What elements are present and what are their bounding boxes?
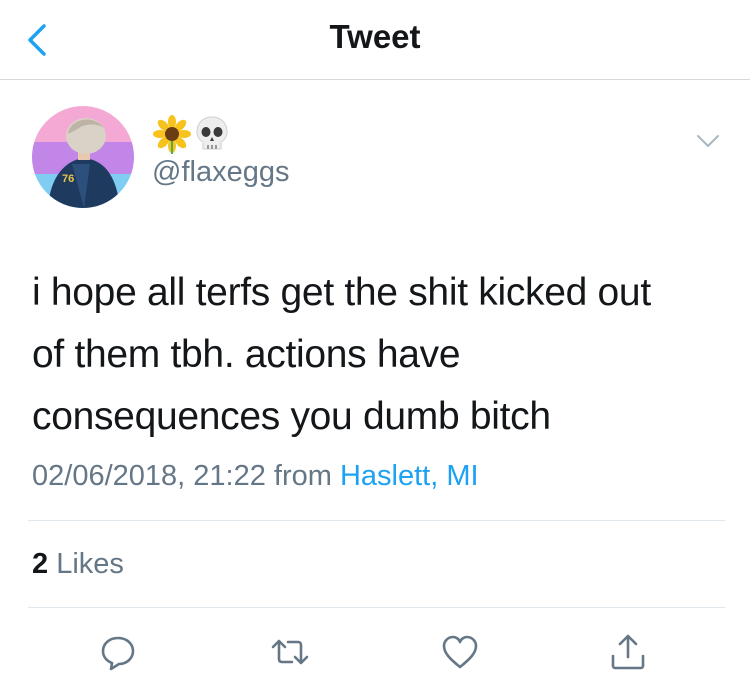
- divider: [28, 607, 725, 608]
- top-nav-bar: Tweet: [0, 0, 750, 80]
- page-title: Tweet: [329, 18, 421, 55]
- chevron-down-icon: [697, 135, 719, 147]
- location-link[interactable]: Haslett, MI: [340, 460, 479, 492]
- tweet-meta: 02/06/2018, 21:22 from Haslett, MI: [32, 460, 479, 493]
- likes-stat[interactable]: 2 Likes: [32, 548, 124, 581]
- likes-count: 2: [32, 548, 49, 580]
- avatar[interactable]: 76: [32, 106, 134, 208]
- likes-label: Likes: [56, 548, 124, 580]
- retweet-button[interactable]: [270, 632, 310, 672]
- skull-icon: [196, 116, 228, 150]
- avatar-jersey-number: 76: [62, 173, 74, 185]
- display-name[interactable]: [152, 112, 230, 156]
- like-button[interactable]: [440, 632, 480, 672]
- reply-button[interactable]: [98, 632, 138, 672]
- share-icon: [611, 634, 645, 670]
- tweet-timestamp: 02/06/2018, 21:22: [32, 460, 266, 492]
- sunflower-icon: [153, 115, 191, 154]
- more-options-button[interactable]: [690, 126, 726, 156]
- reply-icon: [101, 636, 135, 671]
- tweet-text-line: of them tbh. actions have: [32, 333, 461, 376]
- tweet-text: i hope all terfs get the shit kicked out…: [32, 262, 712, 448]
- tweet-text-line: i hope all terfs get the shit kicked out: [32, 271, 651, 314]
- heart-icon: [442, 635, 478, 669]
- tweet-text-line: consequences you dumb bitch: [32, 395, 551, 438]
- retweet-icon: [271, 639, 309, 665]
- from-label: from: [273, 460, 332, 492]
- user-handle[interactable]: @flaxeggs: [152, 156, 289, 189]
- divider: [28, 520, 725, 521]
- share-button[interactable]: [608, 632, 648, 672]
